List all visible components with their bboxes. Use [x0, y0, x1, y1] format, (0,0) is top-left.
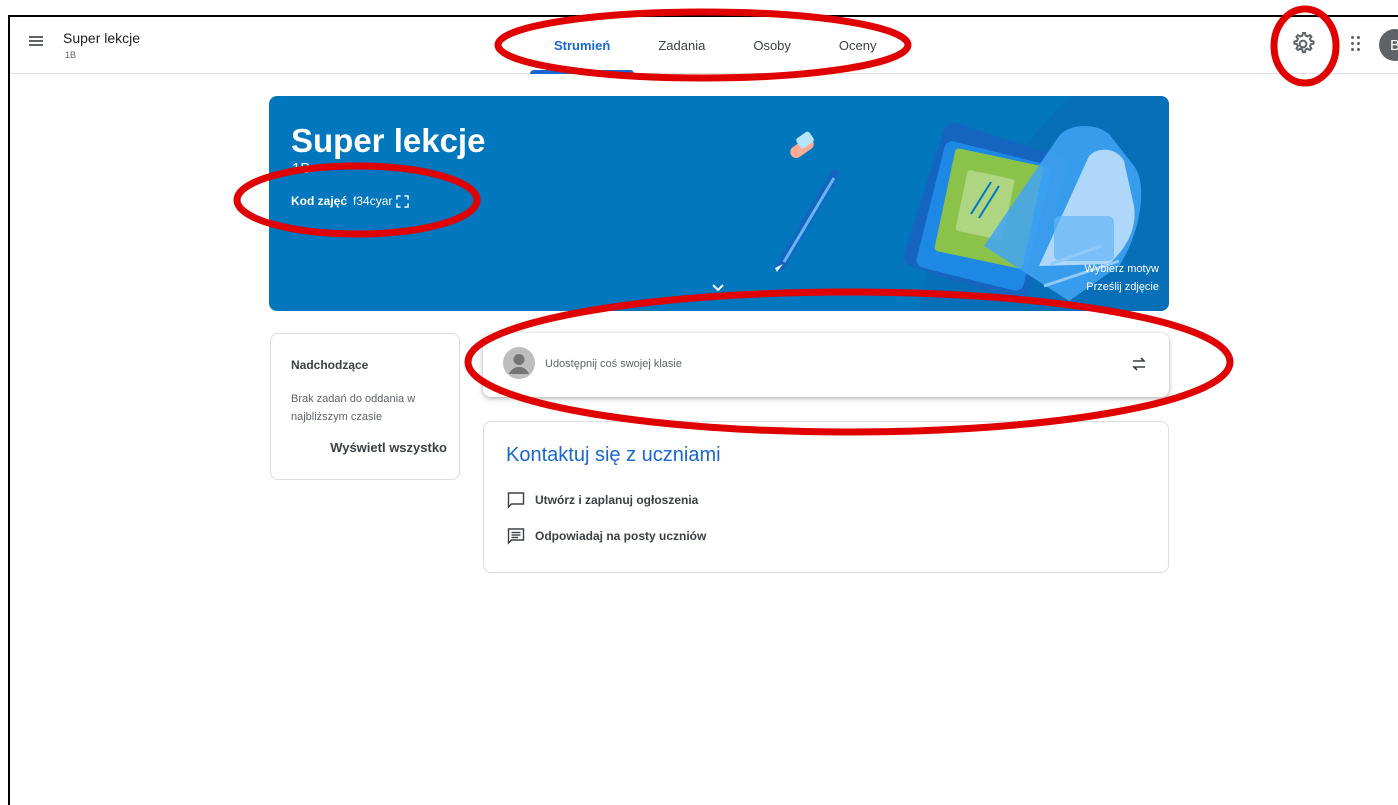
share-placeholder: Udostępnij coś swojej klasie [545, 358, 682, 370]
chevron-down-icon[interactable] [710, 281, 726, 295]
tab-people[interactable]: Osoby [729, 17, 815, 74]
class-section: 1B [65, 50, 77, 60]
class-tabs: Strumień Zadania Osoby Oceny [530, 17, 900, 74]
tab-grades[interactable]: Oceny [815, 17, 901, 74]
menu-line [29, 40, 43, 42]
class-title[interactable]: Super lekcje [63, 30, 140, 46]
google-apps-button[interactable] [1349, 34, 1369, 54]
class-code-label: Kod zajęć [291, 194, 348, 208]
create-announcements-label: Utwórz i zaplanuj ogłoszenia [535, 493, 699, 507]
reply-posts-label: Odpowiadaj na posty uczniów [535, 529, 707, 543]
comments-icon [507, 528, 525, 545]
tab-stream[interactable]: Strumień [530, 17, 635, 74]
class-settings-button[interactable] [1288, 29, 1318, 59]
class-code-value[interactable]: f34cyar [353, 194, 392, 208]
upcoming-card: Nadchodzące Brak zadań do oddania w najb… [270, 333, 460, 480]
gear-icon [1293, 32, 1315, 54]
announcement-icon [507, 492, 525, 509]
banner-illustration [775, 96, 1169, 311]
contact-title: Kontaktuj się z uczniami [506, 444, 721, 466]
share-announcement-box[interactable]: Udostępnij coś swojej klasie [483, 333, 1169, 397]
banner-title: Super lekcje [291, 122, 486, 159]
create-announcements-item: Utwórz i zaplanuj ogłoszenia [506, 490, 698, 510]
menu-line [29, 36, 43, 38]
view-all-link[interactable]: Wyświetl wszystko [330, 440, 447, 455]
classroom-page: Super lekcje 1B Strumień Zadania Osoby O… [8, 15, 1398, 805]
contact-students-card: Kontaktuj się z uczniami Utwórz i zaplan… [483, 421, 1169, 573]
upcoming-title: Nadchodzące [291, 358, 369, 372]
account-avatar[interactable]: B [1379, 29, 1398, 61]
top-bar: Super lekcje 1B Strumień Zadania Osoby O… [10, 17, 1398, 74]
menu-line [29, 44, 43, 46]
fullscreen-icon[interactable] [396, 194, 410, 208]
user-avatar-icon [503, 347, 535, 379]
repost-icon[interactable] [1129, 354, 1149, 374]
upload-photo-link[interactable]: Prześlij zdjęcie [1086, 281, 1159, 293]
main-menu-button[interactable] [24, 29, 48, 53]
upcoming-empty-text: Brak zadań do oddania w najbliższym czas… [291, 393, 416, 423]
choose-theme-link[interactable]: Wybierz motyw [1085, 263, 1159, 275]
tab-classwork[interactable]: Zadania [634, 17, 729, 74]
reply-posts-item: Odpowiadaj na posty uczniów [506, 526, 706, 546]
class-banner: Super lekcje 1B Kod zajęć f34cyar Wybier… [269, 96, 1169, 311]
banner-section: 1B [292, 160, 311, 177]
class-code: Kod zajęć f34cyar [291, 194, 410, 208]
